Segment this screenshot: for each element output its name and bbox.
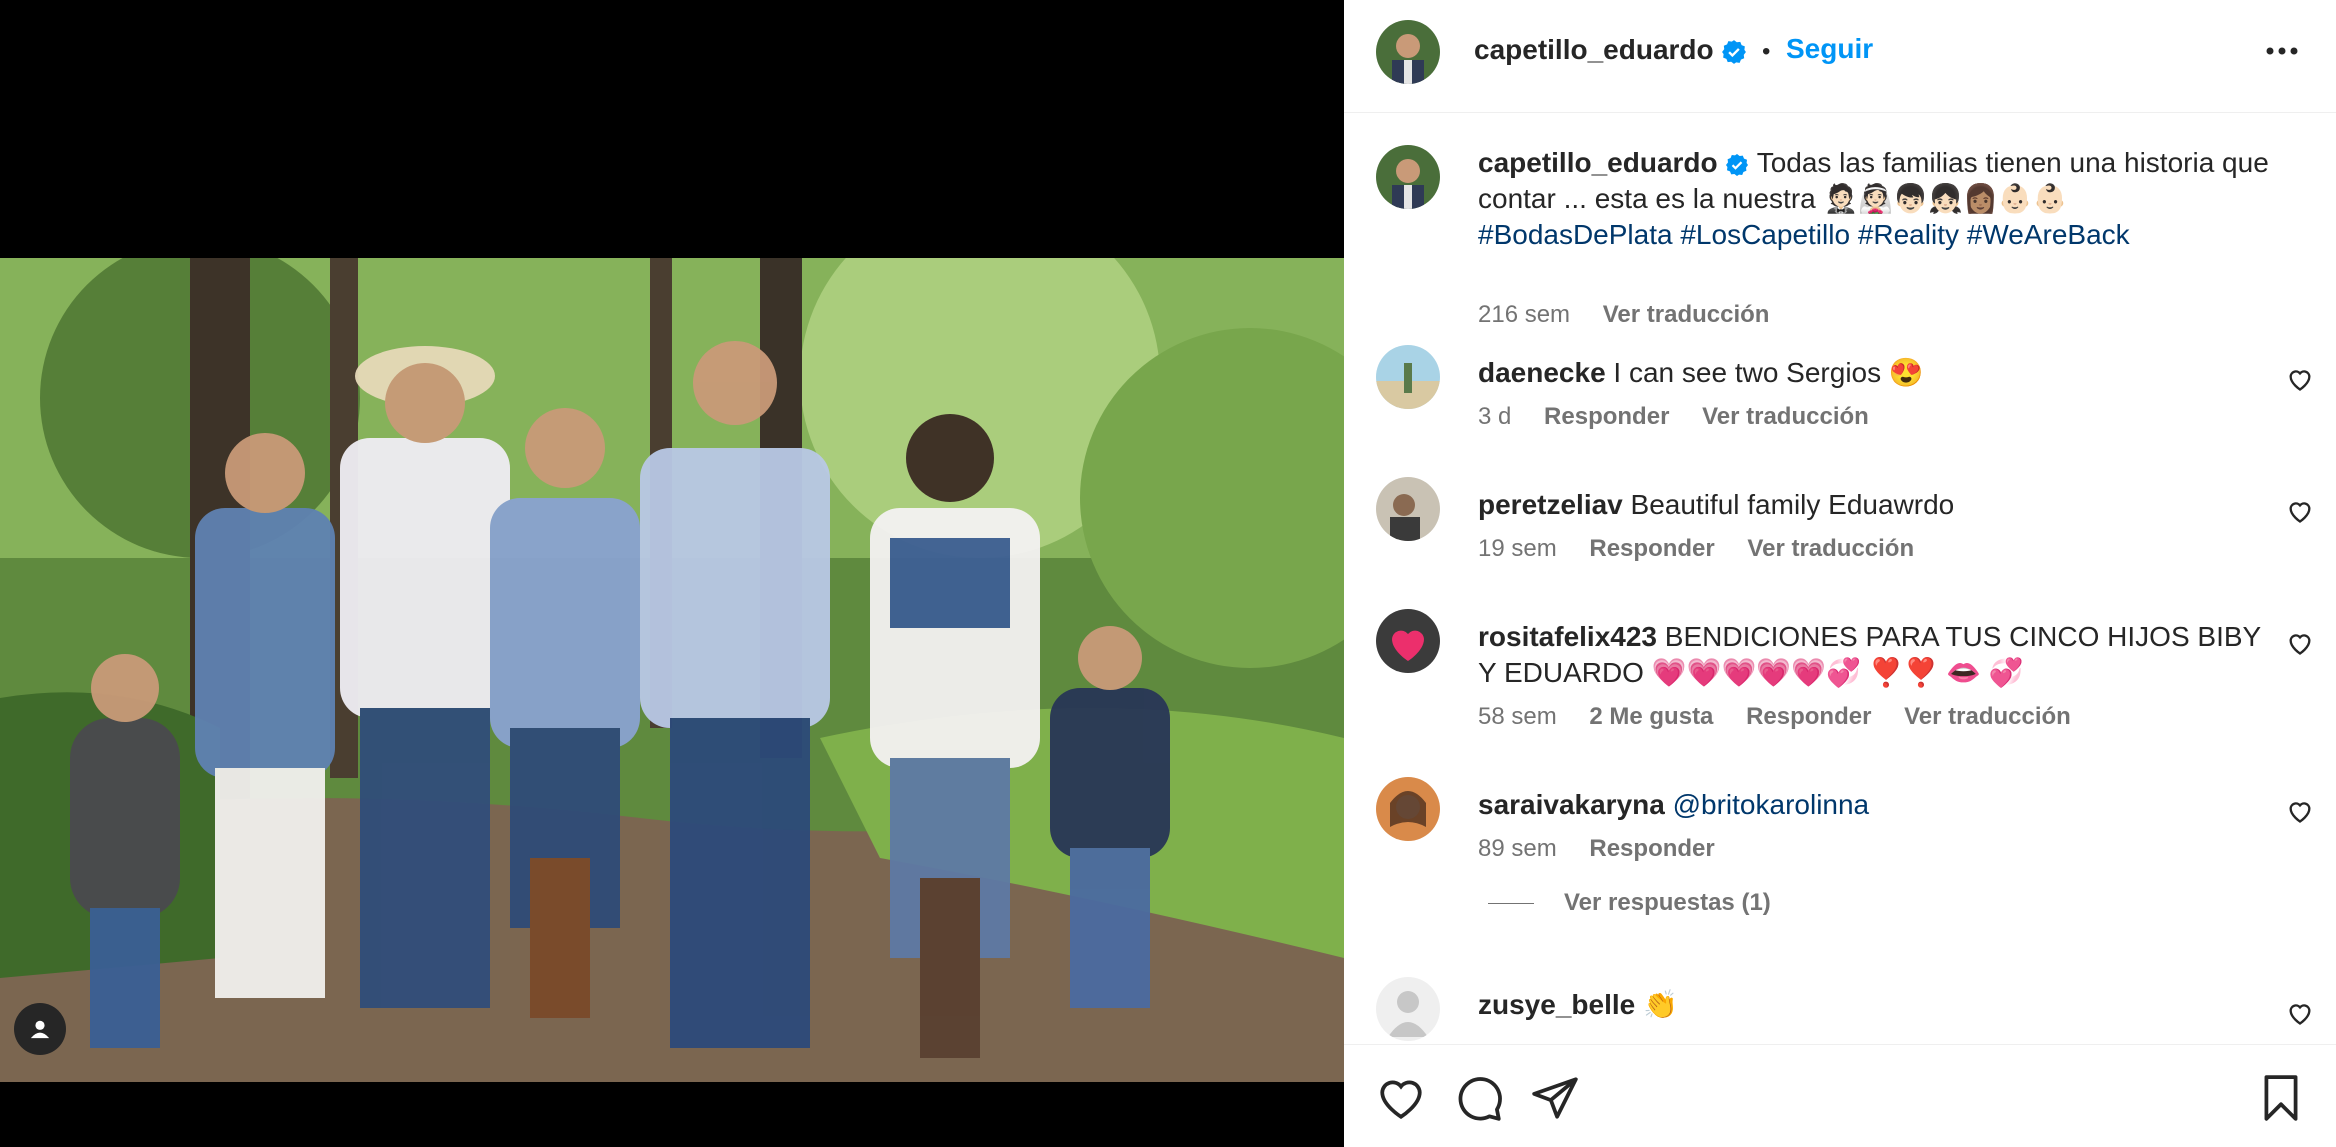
hashtag-link[interactable]: #Reality [1858,219,1959,250]
heart-icon[interactable] [2286,797,2314,825]
hashtag-link[interactable]: #WeAreBack [1967,219,2130,250]
comment-time[interactable]: 3 d [1478,403,1511,430]
commenter-avatar[interactable] [1376,477,1440,541]
user-tag-button[interactable] [14,1003,66,1055]
post-header: capetillo_eduardo • Seguir [1344,0,2336,113]
caption-time[interactable]: 216 sem [1478,301,1570,328]
translate-button[interactable]: Ver traducción [1904,703,2071,730]
author-avatar[interactable] [1376,20,1440,84]
comment-time[interactable]: 19 sem [1478,535,1557,562]
separator-dot: • [1762,38,1771,65]
hashtag-link[interactable]: #BodasDePlata [1478,219,1673,250]
hashtag-link[interactable]: #LosCapetillo [1680,219,1850,250]
reply-button[interactable]: Responder [1589,535,1714,562]
caption-username[interactable]: capetillo_eduardo [1478,147,1718,178]
commenter-username[interactable]: saraivakaryna [1478,789,1665,820]
author-avatar[interactable] [1376,145,1440,209]
heart-icon[interactable] [2286,999,2314,1027]
commenter-avatar[interactable] [1376,977,1440,1041]
more-options-icon[interactable] [2262,36,2302,66]
commenter-username[interactable]: peretzeliav [1478,489,1623,520]
commenter-avatar[interactable] [1376,609,1440,673]
comment-bubble-icon[interactable] [1454,1073,1504,1123]
comment-time[interactable]: 58 sem [1478,703,1557,730]
like-heart-icon[interactable] [1376,1073,1426,1123]
comment-likes[interactable]: 2 Me gusta [1589,703,1713,730]
follow-button[interactable]: Seguir [1786,33,1873,65]
replies-divider [1488,903,1534,905]
commenter-avatar[interactable] [1376,777,1440,841]
verified-badge-icon [1726,153,1749,176]
comment-time[interactable]: 89 sem [1478,835,1557,862]
translate-button[interactable]: Ver traducción [1603,301,1770,328]
view-replies-button[interactable]: Ver respuestas (1) [1488,889,1771,917]
commenter-username[interactable]: rositafelix423 [1478,621,1657,652]
caption-meta: 216 sem Ver traducción [1478,301,1795,329]
post-panel: capetillo_eduardo • Seguir capetillo_edu… [1344,0,2336,1147]
post-media [0,0,1344,1146]
commenter-username[interactable]: daenecke [1478,357,1606,388]
reply-button[interactable]: Responder [1746,703,1871,730]
translate-button[interactable]: Ver traducción [1747,535,1914,562]
reply-button[interactable]: Responder [1544,403,1669,430]
post-photo[interactable] [0,258,1344,1082]
save-bookmark-icon[interactable] [2256,1073,2306,1123]
heart-icon[interactable] [2286,365,2314,393]
translate-button[interactable]: Ver traducción [1702,403,1869,430]
action-bar [1344,1044,2336,1147]
verified-badge-icon [1722,39,1747,64]
heart-icon[interactable] [2286,497,2314,525]
mention-link[interactable]: @britokarolinna [1673,789,1870,820]
view-replies-label: Ver respuestas (1) [1564,889,1771,916]
person-icon [30,1020,50,1039]
heart-icon[interactable] [2286,629,2314,657]
author-username[interactable]: capetillo_eduardo [1474,34,1714,65]
commenter-avatar[interactable] [1376,345,1440,409]
share-paper-plane-icon[interactable] [1530,1073,1580,1123]
comments-list[interactable]: capetillo_eduardo Todas las familias tie… [1344,113,2336,1043]
comment-text: 👏 [1642,989,1678,1020]
commenter-username[interactable]: zusye_belle [1478,989,1635,1020]
reply-button[interactable]: Responder [1589,835,1714,862]
comment-text: Beautiful family Eduawrdo [1630,489,1955,520]
comment-text: I can see two Sergios 😍 [1613,357,1924,388]
